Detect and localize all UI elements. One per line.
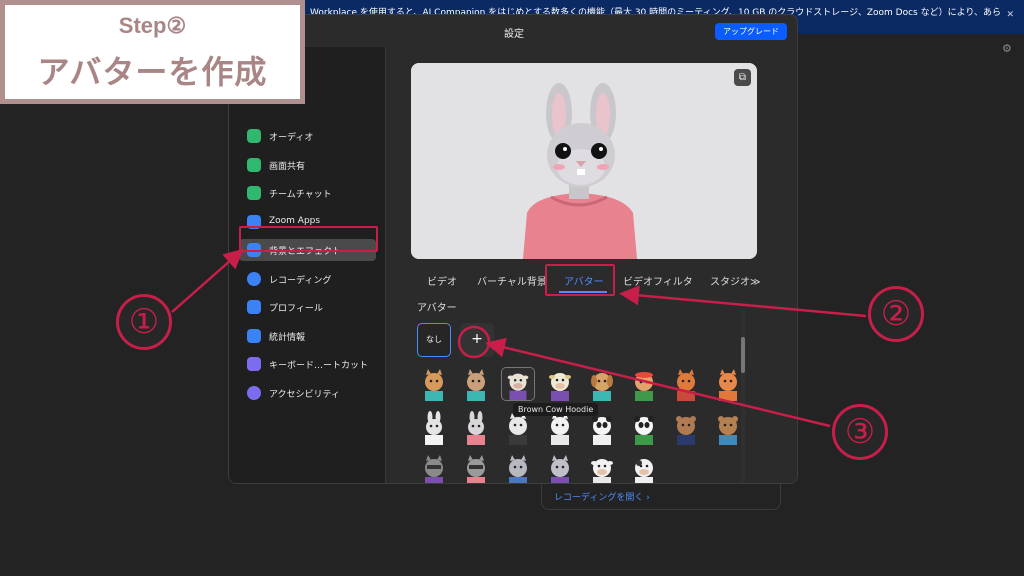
avatar-brown-cow-hoodie[interactable]	[501, 367, 535, 401]
tab-video-filter[interactable]: ビデオフィルタ	[623, 273, 693, 288]
avatar-panda-white[interactable]	[585, 411, 619, 445]
avatar-none-button[interactable]: なし	[417, 323, 451, 357]
popout-icon[interactable]: ⧉	[734, 69, 751, 86]
headphones-icon	[247, 129, 261, 143]
close-icon[interactable]: ✕	[1006, 10, 1014, 20]
settings-sidebar: オーディオ 画面共有 チームチャット Zoom Apps 背景とエフェクト レコ…	[229, 47, 386, 483]
sidebar-item-label: レコーディング	[269, 276, 332, 286]
annotation-number-three: ③	[832, 404, 888, 460]
avatar-tooltip: Brown Cow Hoodie	[513, 403, 599, 416]
sidebar-item-keyboard-shortcuts[interactable]: キーボード…ートカット	[239, 353, 376, 375]
avatar-cat-white-dark[interactable]	[501, 411, 535, 445]
avatar-raccoon-pink[interactable]	[459, 453, 493, 484]
avatar-cat-tan[interactable]	[459, 367, 493, 401]
sidebar-item-recording[interactable]: レコーディング	[239, 268, 376, 290]
sidebar-item-profile[interactable]: プロフィール	[239, 296, 376, 318]
step-callout: Step② アバターを作成	[0, 0, 305, 104]
avatar-grid: なし + Brown Cow Hoodie	[409, 311, 739, 484]
avatar-dog-teal[interactable]	[585, 367, 619, 401]
annotation-number-two: ②	[868, 286, 924, 342]
chat-icon	[247, 186, 261, 200]
avatar-bear-navy[interactable]	[669, 411, 703, 445]
upgrade-button[interactable]: アップグレード	[715, 23, 787, 40]
tab-video[interactable]: ビデオ	[427, 273, 457, 288]
sidebar-item-audio[interactable]: オーディオ	[239, 125, 376, 147]
profile-icon	[247, 300, 261, 314]
sidebar-item-statistics[interactable]: 統計情報	[239, 325, 376, 347]
avatar-panda-green[interactable]	[627, 411, 661, 445]
avatar-cat-orange[interactable]	[417, 367, 451, 401]
annotation-number-one: ①	[116, 294, 172, 350]
sidebar-item-team-chat[interactable]: チームチャット	[239, 182, 376, 204]
add-avatar-button[interactable]: +	[460, 323, 494, 357]
avatar-cow-white[interactable]	[585, 453, 619, 484]
sidebar-item-accessibility[interactable]: アクセシビリティ	[239, 382, 376, 404]
avatar-preview: ⧉	[411, 63, 757, 259]
recording-panel: レコーディングを開く ›	[541, 484, 781, 510]
open-recording-link[interactable]: レコーディングを開く ›	[554, 490, 650, 503]
sidebar-item-label: キーボード…ートカット	[269, 361, 369, 371]
sidebar-item-label: Zoom Apps	[269, 216, 321, 226]
stats-icon	[247, 329, 261, 343]
accessibility-icon	[247, 386, 261, 400]
sidebar-item-label: アクセシビリティ	[269, 390, 341, 400]
avatar-bunny-white[interactable]	[417, 411, 451, 445]
sidebar-item-label: チームチャット	[269, 190, 332, 200]
avatar-dog-green[interactable]	[627, 367, 661, 401]
avatar-bear-blue[interactable]	[711, 411, 745, 445]
tab-virtual-background[interactable]: バーチャル背景	[477, 273, 547, 288]
sidebar-item-label: 統計情報	[269, 333, 306, 343]
record-icon	[247, 272, 261, 286]
step-title: Step②	[118, 13, 187, 38]
sidebar-item-label: オーディオ	[269, 133, 314, 143]
highlight-background-effects	[239, 226, 378, 252]
gear-icon[interactable]: ⚙	[1002, 42, 1012, 55]
screen-share-icon	[247, 158, 261, 172]
avatar-fox-red[interactable]	[669, 367, 703, 401]
avatar-raccoon-purple[interactable]	[417, 453, 451, 484]
tab-studio[interactable]: スタジオ≫	[710, 273, 760, 288]
scrollbar-thumb[interactable]	[741, 337, 745, 373]
avatar-cat-grey-blue[interactable]	[501, 453, 535, 484]
keyboard-icon	[247, 357, 261, 371]
window-title: 設定	[504, 29, 524, 40]
avatar-cow-spotted[interactable]	[627, 453, 661, 484]
avatar-fox-orange[interactable]	[711, 367, 745, 401]
avatar-cat-white[interactable]	[543, 411, 577, 445]
sidebar-item-label: プロフィール	[269, 304, 323, 314]
step-subtitle: アバターを作成	[37, 54, 268, 90]
sidebar-item-label: 画面共有	[269, 162, 306, 172]
sidebar-item-screen-share[interactable]: 画面共有	[239, 154, 376, 176]
avatar-cat-grey-purple[interactable]	[543, 453, 577, 484]
step-callout-inner: Step② アバターを作成	[5, 5, 300, 99]
avatar-cow-purple[interactable]	[543, 367, 577, 401]
highlight-avatar-tab	[545, 264, 615, 296]
bunny-avatar-preview	[411, 63, 757, 259]
avatar-bunny-pink[interactable]	[459, 411, 493, 445]
